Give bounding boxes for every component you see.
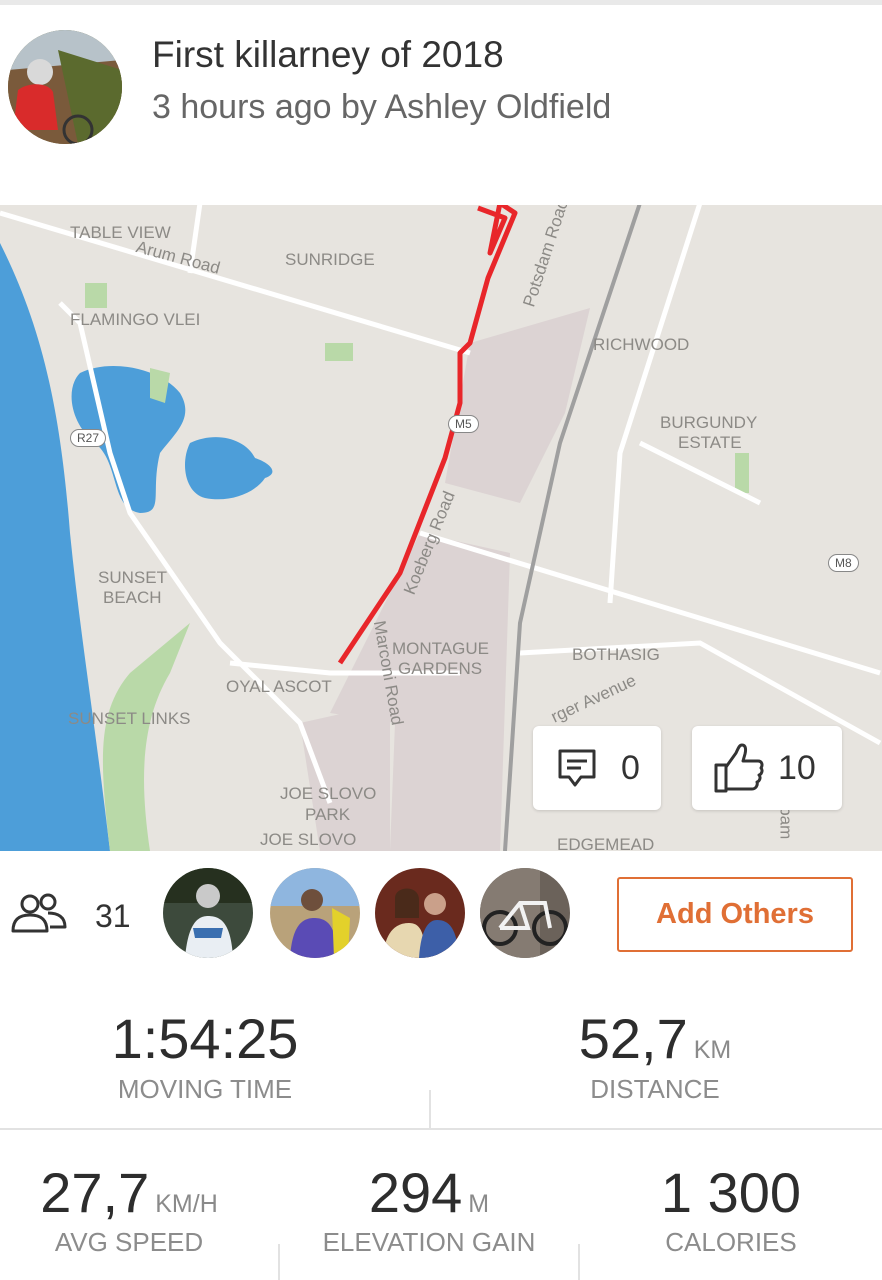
athlete-avatar[interactable]	[163, 868, 253, 958]
road-badge-m5: M5	[448, 415, 479, 433]
calories-label: CALORIES	[665, 1227, 797, 1257]
owner-avatar[interactable]	[8, 30, 122, 144]
elevation-unit: M	[468, 1190, 490, 1218]
elevation-number: 294	[368, 1161, 463, 1224]
map-label-sunset-beach-2: BEACH	[103, 588, 162, 607]
map-label-montague-gardens: MONTAGUE	[392, 639, 489, 658]
elevation-value: 294 M	[280, 1160, 578, 1225]
map-label-bothasig: BOTHASIG	[572, 645, 660, 664]
route-map[interactable]: TABLE VIEW Arum Road SUNRIDGE FLAMINGO V…	[0, 203, 882, 851]
kudos-count: 10	[778, 748, 816, 787]
map-label-richwood: RICHWOOD	[593, 335, 690, 354]
map-label-joe-slovo-park: JOE SLOVO	[280, 784, 377, 803]
add-others-button[interactable]: Add Others	[617, 877, 853, 952]
athlete-count[interactable]: 31	[95, 898, 131, 935]
avg-speed-unit: KM/H	[155, 1190, 218, 1218]
calories-value: 1 300	[580, 1160, 882, 1225]
comments-button[interactable]: 0	[533, 726, 661, 810]
athlete-avatar-image	[270, 868, 360, 958]
elevation-label: ELEVATION GAIN	[322, 1227, 536, 1257]
moving-time-label: MOVING TIME	[117, 1074, 293, 1104]
map-label-sunset-links: SUNSET LINKS	[68, 709, 191, 728]
athlete-avatar-image	[163, 868, 253, 958]
comments-count: 0	[621, 748, 640, 787]
distance-value: 52,7 KM	[490, 1006, 820, 1071]
distance-number: 52,7	[578, 1007, 688, 1070]
map-label-royal-ascot: OYAL ASCOT	[226, 677, 332, 696]
athlete-avatar-image	[480, 868, 570, 958]
calories-number: 1 300	[660, 1161, 802, 1224]
map-label-sunset-beach: SUNSET	[98, 568, 167, 587]
group-icon	[11, 893, 67, 933]
kudos-button[interactable]: 10	[692, 726, 842, 810]
athlete-avatar[interactable]	[480, 868, 570, 958]
map-label-joe-slovo: JOE SLOVO	[260, 830, 357, 849]
avg-speed-value: 27,7 KM/H	[0, 1160, 258, 1225]
top-divider	[0, 0, 882, 5]
thumbs-up-icon	[714, 743, 764, 793]
moving-time-value: 1:54:25	[40, 1006, 370, 1071]
activity-subtitle[interactable]: 3 hours ago by Ashley Oldfield	[152, 88, 611, 127]
map-label-edgemead: EDGEMEAD	[557, 835, 655, 851]
stats-divider	[429, 1090, 431, 1128]
map-label-joe-slovo-park-2: PARK	[305, 805, 351, 824]
road-badge-m8: M8	[828, 554, 859, 572]
athlete-avatar[interactable]	[270, 868, 360, 958]
map-label-burgundy-estate-2: ESTATE	[678, 433, 742, 452]
distance-label: DISTANCE	[590, 1074, 720, 1104]
map-label-montague-gardens-2: GARDENS	[398, 659, 483, 678]
activity-title: First killarney of 2018	[152, 34, 504, 75]
distance-unit: KM	[693, 1036, 732, 1064]
avg-speed-number: 27,7	[40, 1161, 150, 1224]
map-label-flamingo-vlei: FLAMINGO VLEI	[70, 310, 201, 329]
athlete-avatar[interactable]	[375, 868, 465, 958]
map-label-burgundy-estate: BURGUNDY	[660, 413, 758, 432]
map-label-sunridge: SUNRIDGE	[285, 250, 375, 269]
stats-divider	[0, 1128, 882, 1130]
comment-icon	[558, 749, 596, 787]
avg-speed-label: AVG SPEED	[54, 1227, 204, 1257]
athlete-avatar-image	[375, 868, 465, 958]
map-label-table-view: TABLE VIEW	[70, 223, 171, 242]
moving-time-number: 1:54:25	[111, 1007, 299, 1070]
avatar-image	[8, 30, 122, 144]
road-badge-r27: R27	[70, 429, 107, 447]
